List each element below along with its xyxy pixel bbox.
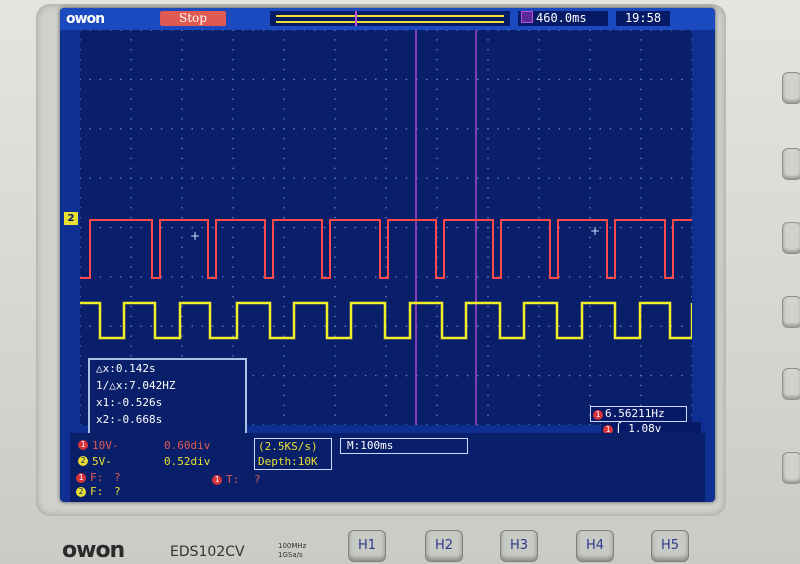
channel-2-frequency-measure: 2 F: ?	[74, 485, 244, 499]
horizontal-position-value: 460.0ms	[536, 11, 587, 25]
bottom-info-panel: 1 10V- 0.60div 2 5V- 0.52div (2.5KS/s) D…	[70, 433, 705, 502]
oscilloscope-screen: owon Stop 460.0ms 19:58 + + 2 △x:0.142s …	[60, 8, 715, 502]
measure-2-label: F:	[90, 485, 104, 498]
timebase-readout[interactable]: M:100ms	[340, 438, 468, 454]
measure-1-badge: 1	[76, 473, 86, 483]
model-name: EDS102CV	[170, 544, 245, 560]
side-menu-button-3[interactable]	[782, 222, 800, 254]
frequency-value: 6.56211Hz	[605, 407, 665, 420]
period-value: ?	[254, 473, 261, 486]
period-label: T:	[226, 473, 240, 486]
side-menu-button-2[interactable]	[782, 148, 800, 180]
cursor-inverse-delta-x: 1/△x:7.042HZ	[96, 379, 176, 392]
trigger-crosshair: +	[590, 224, 600, 238]
channel-2-offset: 0.52div	[164, 455, 211, 468]
h1-button[interactable]: H1	[348, 530, 386, 562]
brand-logo: owon	[66, 11, 105, 27]
channel-2-volts-div: 5V-	[92, 455, 112, 468]
horizontal-position-icon	[521, 11, 533, 23]
measure-2-value: ?	[114, 485, 121, 498]
top-status-bar: owon Stop 460.0ms 19:58	[60, 8, 715, 30]
sample-rate: (2.5KS/s)	[258, 440, 318, 453]
channel-1-offset: 0.60div	[164, 439, 211, 452]
ch2-waveform	[80, 301, 694, 340]
cursor-delta-x: △x:0.142s	[96, 362, 156, 375]
system-clock: 19:58	[616, 11, 670, 26]
acquisition-info: (2.5KS/s) Depth:10K	[254, 438, 332, 470]
frequency-channel-badge: 1	[593, 410, 603, 420]
h5-button[interactable]: H5	[651, 530, 689, 562]
channel-1-scale-row[interactable]: 1 10V- 0.60div	[74, 438, 249, 453]
memory-depth: Depth:10K	[258, 455, 318, 468]
model-spec: 100MHz 1GSa/s	[278, 542, 307, 559]
channel-2-badge: 2	[78, 456, 88, 466]
h4-button[interactable]: H4	[576, 530, 614, 562]
side-menu-button-4[interactable]	[782, 296, 800, 328]
side-menu-button-1[interactable]	[782, 72, 800, 104]
period-badge: 1	[212, 475, 222, 485]
frequency-counter: 1 6.56211Hz	[590, 406, 687, 422]
channel-1-volts-div: 10V-	[92, 439, 119, 452]
period-measure: 1 T: ?	[210, 473, 290, 487]
side-menu-button-6[interactable]	[782, 452, 800, 484]
ch1-waveform	[80, 219, 692, 279]
trigger-position-marker	[355, 11, 357, 26]
cursor-x1: x1:-0.526s	[96, 396, 163, 409]
h3-button[interactable]: H3	[500, 530, 538, 562]
center-crosshair: +	[190, 229, 200, 243]
run-stop-status[interactable]: Stop	[160, 11, 226, 26]
cursor-x2: x2:-0.668s	[96, 413, 163, 426]
channel-1-badge: 1	[78, 440, 88, 450]
measure-1-value: ?	[114, 471, 121, 484]
side-menu-button-5[interactable]	[782, 368, 800, 400]
horizontal-position: 460.0ms	[518, 11, 608, 26]
channel-2-marker: 2	[64, 212, 78, 225]
cursor-measurement-panel: △x:0.142s 1/△x:7.042HZ x1:-0.526s x2:-0.…	[88, 358, 247, 437]
measure-1-label: F:	[90, 471, 104, 484]
measure-2-badge: 2	[76, 487, 86, 497]
h2-button[interactable]: H2	[425, 530, 463, 562]
trigger-position-indicator	[270, 11, 510, 26]
channel-2-scale-row[interactable]: 2 5V- 0.52div	[74, 454, 249, 469]
brand-logo-bottom: owon	[62, 538, 125, 563]
